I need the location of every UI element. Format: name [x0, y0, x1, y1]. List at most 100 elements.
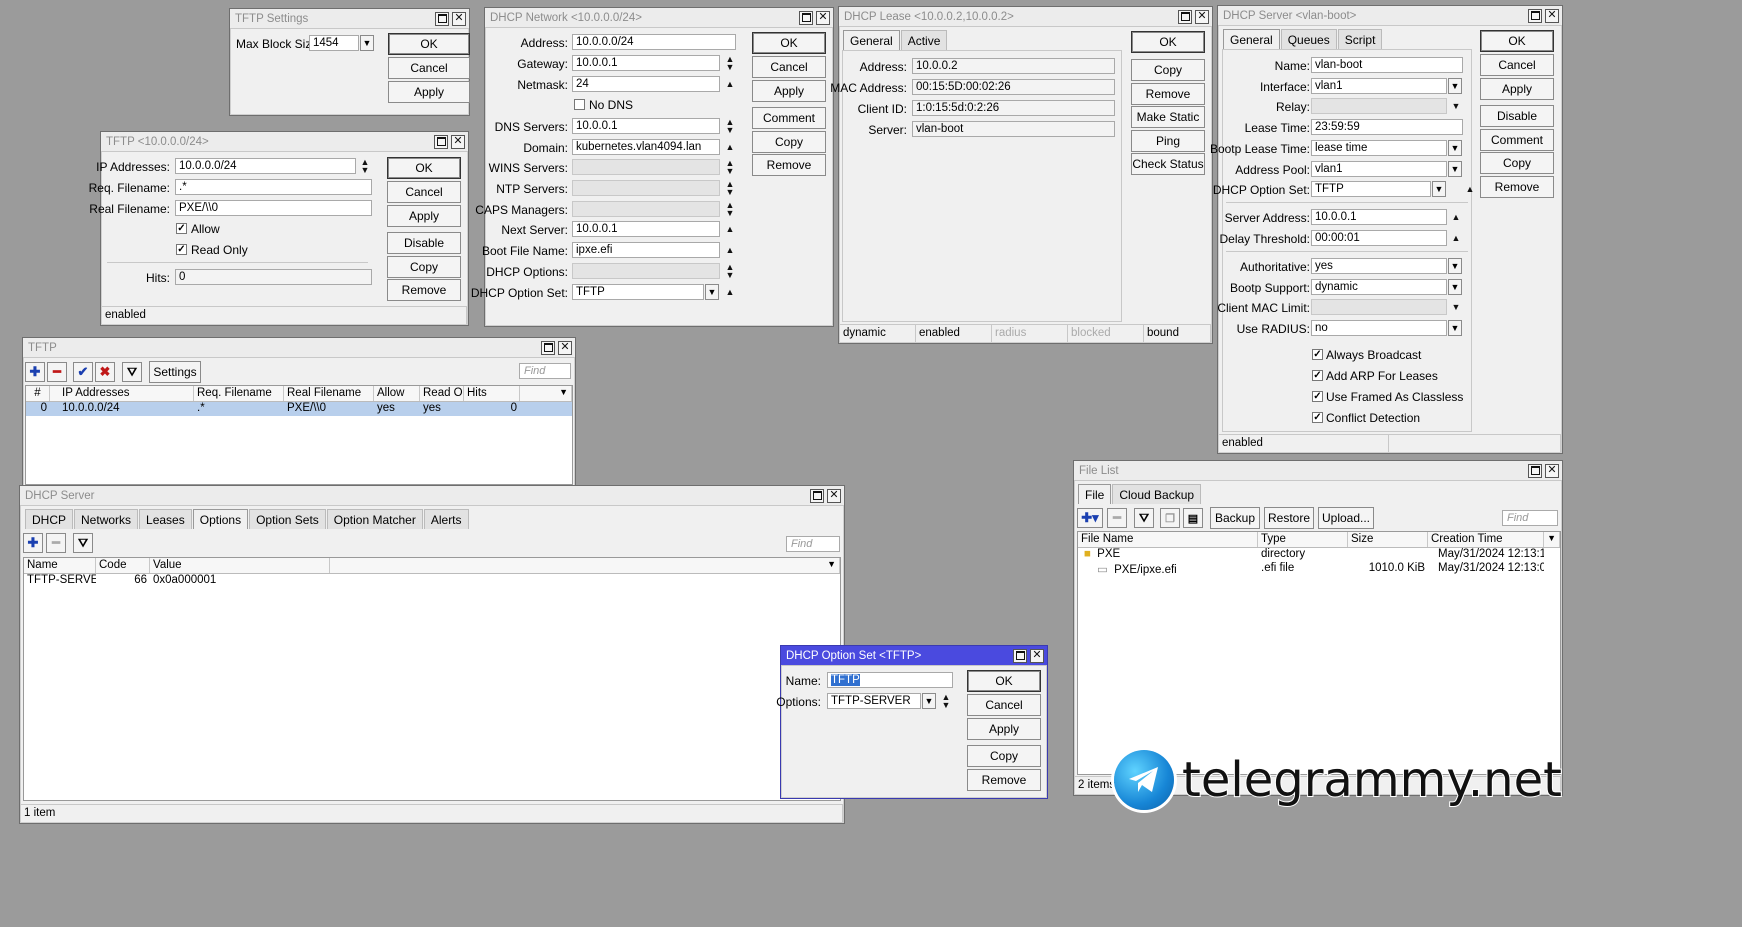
field-input[interactable]: 00:15:5D:00:02:26: [912, 79, 1115, 95]
window-titlebar[interactable]: File List ✕: [1074, 461, 1562, 481]
field-input[interactable]: TFTP: [1311, 181, 1431, 197]
maximize-icon[interactable]: [1013, 648, 1027, 663]
up-arrow-icon[interactable]: ▲: [1451, 213, 1461, 222]
filter-icon[interactable]: ⛛: [122, 362, 142, 382]
option-checkbox[interactable]: ✓: [1312, 370, 1323, 381]
column-header[interactable]: Read O...: [420, 386, 464, 401]
up-arrow-icon[interactable]: ▲: [725, 246, 735, 255]
table-row[interactable]: ▭ PXE/ipxe.efi .efi file 1010.0 KiB May/…: [1078, 562, 1560, 576]
column-header[interactable]: Name: [24, 558, 96, 573]
maximize-icon[interactable]: [810, 488, 824, 503]
max-block-size-field[interactable]: 1454: [309, 35, 359, 51]
updown-icon[interactable]: ▲ ▼: [725, 180, 735, 197]
cancel-button[interactable]: Cancel: [967, 694, 1041, 716]
ok-button[interactable]: OK: [752, 32, 826, 54]
updown-icon[interactable]: ▲ ▼: [725, 263, 735, 280]
up-arrow-icon[interactable]: ▲: [725, 143, 735, 152]
disable-icon[interactable]: ✖: [95, 362, 115, 382]
name-field[interactable]: TFTP: [827, 672, 953, 688]
column-header[interactable]: #: [26, 386, 50, 401]
tab-networks[interactable]: Networks: [74, 509, 139, 529]
enable-icon[interactable]: ✔: [73, 362, 93, 382]
field-input[interactable]: 10.0.0.1: [572, 118, 720, 134]
cancel-button[interactable]: Cancel: [1480, 54, 1554, 76]
tab-option-matcher[interactable]: Option Matcher: [326, 509, 423, 529]
disable-button[interactable]: Disable: [387, 232, 461, 254]
table-row[interactable]: TFTP-SERVER 66 0x0a000001: [24, 574, 840, 588]
field-input[interactable]: 00:00:01: [1311, 230, 1447, 246]
filter-icon[interactable]: ⛛: [73, 533, 93, 553]
remove-button[interactable]: Remove: [1480, 176, 1554, 198]
find-input[interactable]: Find: [786, 536, 840, 552]
filter-icon[interactable]: ⛛: [1134, 508, 1154, 528]
window-titlebar[interactable]: DHCP Option Set <TFTP> ✕: [781, 646, 1047, 666]
dropdown-icon[interactable]: ▼: [1432, 181, 1446, 197]
remove-button[interactable]: Remove: [387, 279, 461, 301]
column-header[interactable]: Size: [1348, 532, 1428, 547]
dropdown-icon[interactable]: ▼: [1448, 78, 1462, 94]
field-input[interactable]: yes: [1311, 258, 1447, 274]
copy-button[interactable]: Copy: [1480, 152, 1554, 174]
dropdown-icon[interactable]: ▼: [1448, 320, 1462, 336]
column-header[interactable]: Allow: [374, 386, 420, 401]
column-header[interactable]: Hits: [464, 386, 520, 401]
tab-option-sets[interactable]: Option Sets: [249, 509, 326, 529]
close-icon[interactable]: ✕: [1030, 648, 1044, 663]
window-titlebar[interactable]: TFTP ✕: [23, 338, 575, 358]
field-input[interactable]: vlan1: [1311, 161, 1447, 177]
dropdown-icon[interactable]: ▼: [1448, 140, 1462, 156]
field-input[interactable]: 1:0:15:5d:0:2:26: [912, 100, 1115, 116]
tab-leases[interactable]: Leases: [139, 509, 192, 529]
field-input[interactable]: 23:59:59: [1311, 119, 1463, 135]
column-header[interactable]: Real Filename: [284, 386, 374, 401]
allow-checkbox[interactable]: ✓: [176, 223, 187, 234]
field-input[interactable]: [1311, 299, 1447, 315]
copy-button[interactable]: Copy: [1131, 59, 1205, 81]
table-row[interactable]: ■ PXE directory May/31/2024 12:13:10: [1078, 548, 1560, 562]
close-icon[interactable]: ✕: [558, 340, 572, 355]
copy-button[interactable]: Copy: [967, 745, 1041, 767]
column-header[interactable]: Code: [96, 558, 150, 573]
comment-button[interactable]: Comment: [1480, 129, 1554, 151]
restore-button[interactable]: Restore: [1264, 507, 1314, 529]
close-icon[interactable]: ✕: [452, 11, 466, 26]
updown-icon[interactable]: ▲ ▼: [725, 159, 735, 176]
dropdown-icon[interactable]: ▼: [705, 284, 719, 300]
comment-button[interactable]: Comment: [752, 107, 826, 129]
ip-addresses-field[interactable]: 10.0.0.0/24: [175, 158, 356, 174]
chevron-down-icon[interactable]: ▼: [330, 558, 840, 573]
add-icon[interactable]: ✚: [23, 533, 43, 553]
dropdown-icon[interactable]: ▼: [1448, 279, 1462, 295]
real-filename-field[interactable]: PXE/\\0: [175, 200, 372, 216]
maximize-icon[interactable]: [434, 134, 448, 149]
close-icon[interactable]: ✕: [827, 488, 841, 503]
chevron-down-icon[interactable]: ▼: [1544, 532, 1560, 547]
field-input[interactable]: 10.0.0.1: [572, 221, 720, 237]
tab-alerts[interactable]: Alerts: [423, 509, 469, 529]
no-dns-checkbox[interactable]: [574, 99, 585, 110]
dropdown-icon[interactable]: ▼: [360, 35, 374, 51]
backup-button[interactable]: Backup: [1210, 507, 1260, 529]
copy-button[interactable]: Copy: [752, 131, 826, 153]
up-arrow-icon[interactable]: ▼: [1451, 303, 1461, 312]
dropdown-icon[interactable]: ▼: [1448, 161, 1462, 177]
field-input[interactable]: [1311, 98, 1447, 114]
ping-button[interactable]: Ping: [1131, 130, 1205, 152]
up-arrow-icon[interactable]: ▼: [1451, 102, 1461, 111]
tab-dhcp[interactable]: DHCP: [25, 509, 74, 529]
remove-icon[interactable]: ━: [47, 362, 67, 382]
tab-active[interactable]: Active: [900, 30, 948, 50]
updown-icon[interactable]: ▲ ▼: [725, 201, 735, 218]
up-arrow-icon[interactable]: ▲: [1465, 185, 1475, 194]
updown-icon[interactable]: ▲ ▼: [941, 693, 951, 710]
maximize-icon[interactable]: [435, 11, 449, 26]
check-status-button[interactable]: Check Status: [1131, 153, 1205, 175]
field-input[interactable]: dynamic: [1311, 279, 1447, 295]
field-input[interactable]: 24: [572, 76, 720, 92]
ok-button[interactable]: OK: [387, 157, 461, 179]
req-filename-field[interactable]: .*: [175, 179, 372, 195]
field-input[interactable]: vlan-boot: [1311, 57, 1463, 73]
maximize-icon[interactable]: [1528, 463, 1542, 478]
column-header[interactable]: Type: [1258, 532, 1348, 547]
close-icon[interactable]: ✕: [1545, 463, 1559, 478]
